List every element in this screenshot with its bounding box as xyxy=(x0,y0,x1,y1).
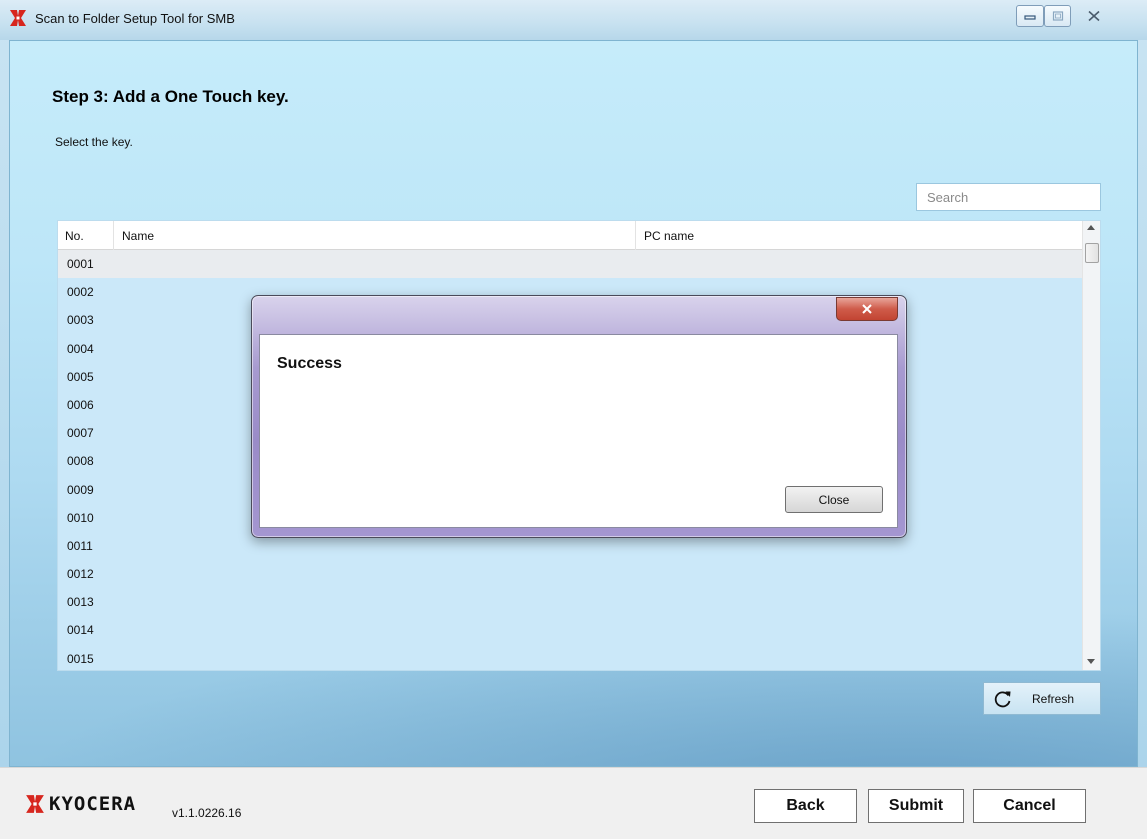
submit-button[interactable]: Submit xyxy=(868,789,964,823)
cell-no: 0012 xyxy=(67,567,94,582)
cancel-button[interactable]: Cancel xyxy=(973,789,1086,823)
dialog-body: Success Close xyxy=(259,334,898,528)
cell-no: 0011 xyxy=(67,538,93,553)
cell-no: 0006 xyxy=(67,397,94,412)
cell-no: 0001 xyxy=(67,257,94,271)
step-instruction: Select the key. xyxy=(55,135,133,149)
table-row[interactable]: 0014 xyxy=(58,616,1084,644)
footer-bar: KYOCERA v1.1.0226.16 Back Submit Cancel xyxy=(0,767,1147,839)
cell-no: 0009 xyxy=(67,482,94,497)
title-bar: Scan to Folder Setup Tool for SMB xyxy=(0,0,1147,40)
scroll-down-icon[interactable] xyxy=(1087,659,1095,664)
table-row[interactable]: 0013 xyxy=(58,588,1084,616)
table-row[interactable]: 0015 xyxy=(58,645,1084,670)
column-header-name[interactable]: Name xyxy=(114,221,636,250)
table-row[interactable]: 0012 xyxy=(58,560,1084,588)
close-icon xyxy=(862,304,872,314)
success-dialog: Success Close xyxy=(251,295,907,538)
cell-no: 0004 xyxy=(67,341,94,356)
table-header: No. Name PC name xyxy=(58,221,1084,250)
kyocera-logo-mark-icon xyxy=(26,795,44,813)
back-button[interactable]: Back xyxy=(754,789,857,823)
maximize-button[interactable] xyxy=(1044,5,1071,27)
dialog-message: Success xyxy=(277,355,342,372)
refresh-button[interactable]: Refresh xyxy=(983,682,1101,715)
cell-no: 0007 xyxy=(67,426,94,441)
minimize-button[interactable] xyxy=(1016,5,1044,27)
brand-name: KYOCERA xyxy=(49,793,137,815)
app-window: Scan to Folder Setup Tool for SMB Step 3… xyxy=(0,0,1147,839)
cell-no: 0002 xyxy=(67,285,94,300)
scroll-up-icon[interactable] xyxy=(1087,225,1095,230)
column-header-no[interactable]: No. xyxy=(58,221,114,250)
window-title: Scan to Folder Setup Tool for SMB xyxy=(35,11,235,26)
maximize-icon xyxy=(1052,11,1063,21)
refresh-label: Refresh xyxy=(1032,692,1075,706)
refresh-icon xyxy=(994,691,1011,708)
cell-no: 0005 xyxy=(67,369,94,384)
dialog-close-button[interactable]: Close xyxy=(785,486,883,513)
dialog-close-x-button[interactable] xyxy=(836,297,898,321)
cell-no: 0015 xyxy=(67,651,94,666)
scroll-thumb[interactable] xyxy=(1085,243,1099,263)
version-text: v1.1.0226.16 xyxy=(172,806,242,820)
cell-no: 0008 xyxy=(67,454,94,469)
cell-no: 0003 xyxy=(67,313,94,328)
table-row[interactable]: 0001 xyxy=(58,250,1084,279)
kyocera-app-icon xyxy=(10,10,26,26)
step-title: Step 3: Add a One Touch key. xyxy=(52,87,289,106)
cell-no: 0014 xyxy=(67,623,94,638)
minimize-icon xyxy=(1024,15,1036,20)
cell-no: 0010 xyxy=(67,510,94,525)
window-close-button[interactable] xyxy=(1071,5,1116,27)
column-header-pc-name[interactable]: PC name xyxy=(636,221,1084,250)
close-icon xyxy=(1087,10,1100,22)
cell-no: 0013 xyxy=(67,595,94,610)
kyocera-logo: KYOCERA xyxy=(25,793,136,815)
search-input[interactable] xyxy=(916,183,1101,211)
table-scrollbar[interactable] xyxy=(1082,221,1100,670)
